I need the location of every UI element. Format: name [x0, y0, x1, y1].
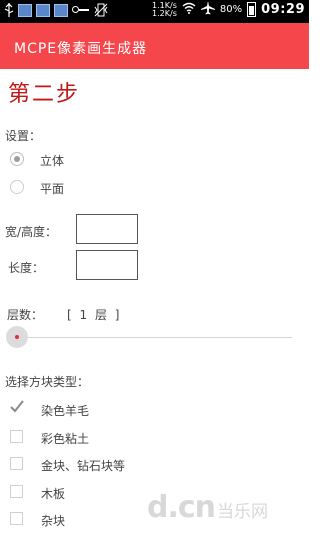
- radio-3d-label[interactable]: 立体: [40, 152, 64, 169]
- app-title: MCPE像素画生成器: [14, 41, 148, 57]
- length-input[interactable]: [76, 250, 138, 280]
- length-label: 长度：: [8, 261, 45, 275]
- checkbox-planks-label[interactable]: 木板: [41, 485, 65, 502]
- watermark-text: 当乐网: [217, 502, 269, 522]
- radio-3d[interactable]: [10, 152, 24, 166]
- app-bar: MCPE像素画生成器: [0, 23, 309, 69]
- battery-icon: [247, 2, 257, 17]
- checkbox-gold-diamond[interactable]: [10, 457, 23, 470]
- checkbox-misc-label[interactable]: 杂块: [41, 512, 65, 529]
- checkbox-stained-clay[interactable]: [10, 430, 23, 443]
- checkbox-dyed-wool[interactable]: [10, 400, 24, 415]
- status-bar: 1.1K/s 1.2K/s 80% 09:29: [0, 0, 309, 23]
- slider-thumb[interactable]: [6, 326, 28, 348]
- watermark: d.cn 当乐网: [147, 490, 268, 525]
- checkbox-planks[interactable]: [10, 485, 23, 498]
- image-icon: [36, 3, 50, 17]
- image-icon: [18, 3, 32, 17]
- usb-icon: [4, 3, 14, 17]
- radio-flat-label[interactable]: 平面: [40, 180, 64, 197]
- system-icons: 1.1K/s 1.2K/s 80% 09:29: [152, 1, 305, 18]
- checkbox-misc[interactable]: [10, 512, 23, 525]
- image-icon: [54, 3, 68, 17]
- battery-percent: 80%: [219, 4, 243, 15]
- checkbox-dyed-wool-label[interactable]: 染色羊毛: [41, 402, 89, 419]
- key-icon: [72, 6, 90, 14]
- layers-label: 层数：: [7, 308, 44, 322]
- notification-icons: [4, 3, 108, 17]
- width-height-label: 宽/高度：: [5, 225, 58, 239]
- block-type-label: 选择方块类型：: [5, 375, 90, 389]
- slider-track[interactable]: [18, 337, 292, 338]
- airplane-icon: [200, 1, 215, 18]
- clock: 09:29: [261, 2, 305, 17]
- wifi-icon: [182, 2, 196, 17]
- vibrate-icon: [94, 3, 108, 17]
- watermark-logo: d.cn: [147, 490, 216, 525]
- width-height-input[interactable]: [76, 214, 138, 244]
- step-title: 第二步: [8, 82, 81, 107]
- checkbox-gold-diamond-label[interactable]: 金块、钻石块等: [41, 457, 125, 474]
- layers-value: [ 1 层 ]: [67, 308, 122, 322]
- radio-flat[interactable]: [10, 180, 24, 194]
- checkbox-stained-clay-label[interactable]: 彩色粘土: [41, 430, 89, 447]
- network-speed: 1.1K/s 1.2K/s: [152, 0, 177, 18]
- settings-label: 设置：: [5, 129, 42, 143]
